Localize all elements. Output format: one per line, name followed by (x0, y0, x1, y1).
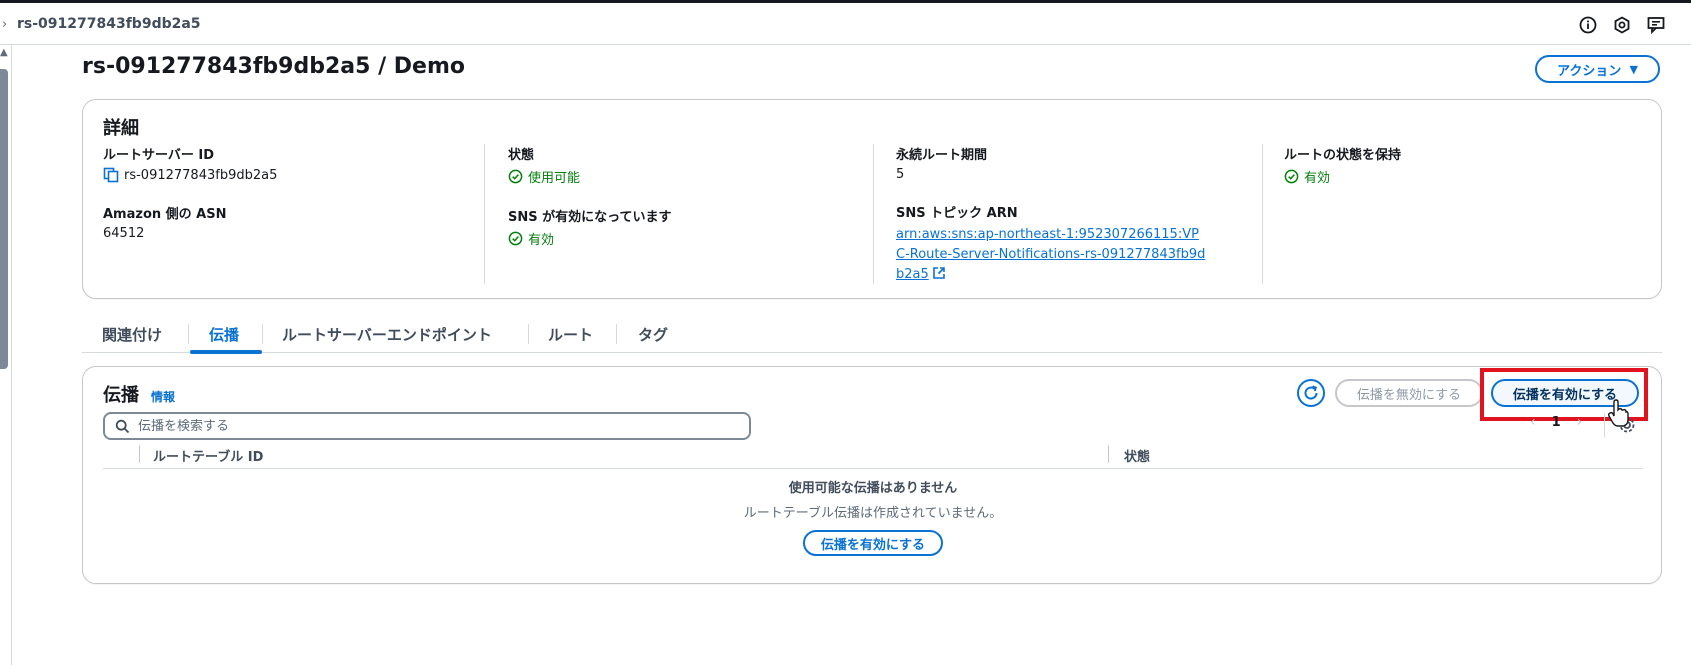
keep-route-state-label: ルートの状態を保持 (1284, 148, 1402, 163)
state-value: 使用可能 (528, 171, 581, 186)
empty-state-subtitle: ルートテーブル伝播は作成されていません。 (743, 506, 1003, 521)
top-bar: › rs-091277843fb9db2a5 (0, 3, 1691, 45)
keep-route-state-field: ルートの状態を保持 有効 (1284, 144, 1644, 186)
external-link-icon (932, 267, 945, 279)
empty-state-title: 使用可能な伝播はありません (788, 481, 958, 496)
success-check-icon (508, 231, 523, 246)
state-value-row: 使用可能 (508, 167, 858, 186)
settings-icon[interactable] (1612, 15, 1632, 35)
breadcrumb[interactable]: rs-091277843fb9db2a5 (17, 16, 201, 32)
column-separator (139, 445, 140, 463)
tab-routes[interactable]: ルート (548, 324, 593, 345)
previous-page-icon[interactable]: ‹ (1530, 414, 1536, 430)
preferences-separator (1604, 413, 1605, 437)
column-divider (873, 144, 874, 284)
keep-route-state-value-row: 有効 (1284, 167, 1644, 186)
sns-enabled-value-row: 有効 (508, 229, 858, 248)
keep-route-state-value: 有効 (1304, 171, 1331, 186)
current-page-number[interactable]: 1 (1552, 415, 1561, 430)
rail-collapse-icon[interactable]: ▲ (0, 47, 8, 58)
amazon-asn-field: Amazon 側の ASN 64512 (103, 203, 463, 241)
route-server-id-field: ルートサーバー ID rs-091277843fb9db2a5 (103, 144, 463, 183)
success-check-icon (1284, 169, 1299, 184)
scrollbar-thumb[interactable] (0, 69, 8, 369)
persist-period-value: 5 (896, 167, 905, 182)
details-column-3: 永続ルート期間 5 SNS トピック ARN arn:aws:sns:ap-no… (896, 144, 1256, 299)
state-label: 状態 (508, 148, 535, 163)
persist-period-field: 永続ルート期間 5 (896, 144, 1256, 182)
sns-enabled-label: SNS が有効になっています (508, 210, 672, 225)
sns-topic-arn-field: SNS トピック ARN arn:aws:sns:ap-northeast-1:… (896, 202, 1256, 285)
empty-state-enable-propagation-button[interactable]: 伝播を有効にする (802, 530, 944, 556)
copy-icon[interactable] (103, 167, 119, 183)
tab-tags[interactable]: タグ (638, 324, 668, 345)
tab-separator (188, 324, 189, 344)
tab-propagations[interactable]: 伝播 (209, 324, 239, 345)
side-navigation-rail: ▲ (0, 45, 12, 665)
amazon-asn-value: 64512 (103, 226, 145, 241)
search-field[interactable] (103, 412, 751, 440)
details-column-4: ルートの状態を保持 有効 (1284, 144, 1644, 200)
sns-topic-arn-label: SNS トピック ARN (896, 206, 1018, 221)
sns-topic-arn-link[interactable]: arn:aws:sns:ap-northeast-1:952307266115:… (896, 225, 1206, 285)
actions-button[interactable]: アクション ▼ (1535, 55, 1660, 83)
column-separator (1108, 445, 1109, 463)
details-title: 詳細 (103, 118, 139, 139)
column-divider (1262, 144, 1263, 284)
details-panel: 詳細 ルートサーバー ID rs-091277843fb9db2a5 Amazo… (82, 99, 1662, 299)
caret-down-icon: ▼ (1629, 62, 1638, 76)
refresh-icon (1304, 385, 1318, 400)
success-check-icon (508, 169, 523, 184)
disable-propagation-button[interactable]: 伝播を無効にする (1335, 379, 1483, 407)
route-server-id-label: ルートサーバー ID (103, 148, 215, 163)
state-field: 状態 使用可能 (508, 144, 858, 186)
info-icon[interactable] (1578, 15, 1598, 35)
propagations-panel: 伝播 情報 伝播を無効にする 伝播を有効にする ‹ 1 › ルートテーブル ID… (82, 366, 1662, 584)
tab-separator (616, 324, 617, 344)
tab-separator (528, 324, 529, 344)
pagination: ‹ 1 › (1530, 414, 1582, 430)
tab-associations[interactable]: 関連付け (102, 324, 162, 345)
active-tab-indicator (190, 350, 262, 354)
details-column-2: 状態 使用可能 SNS が有効になっています 有効 (508, 144, 858, 262)
table-header: ルートテーブル ID 状態 (103, 443, 1643, 469)
sns-enabled-value: 有効 (528, 233, 555, 248)
tab-separator (262, 324, 263, 344)
column-divider (484, 144, 485, 284)
search-input[interactable] (138, 418, 718, 434)
next-page-icon[interactable]: › (1577, 414, 1583, 430)
refresh-button[interactable] (1297, 379, 1325, 407)
info-link[interactable]: 情報 (151, 388, 175, 405)
column-header-route-table-id[interactable]: ルートテーブル ID (153, 446, 263, 465)
hand-cursor-icon (1607, 399, 1629, 427)
route-server-id-value: rs-091277843fb9db2a5 (124, 167, 278, 183)
persist-period-label: 永続ルート期間 (896, 148, 988, 163)
tab-route-server-endpoints[interactable]: ルートサーバーエンドポイント (282, 324, 492, 345)
route-server-id-value-row: rs-091277843fb9db2a5 (103, 167, 463, 183)
feedback-icon[interactable] (1646, 15, 1666, 35)
details-column-1: ルートサーバー ID rs-091277843fb9db2a5 Amazon 側… (103, 144, 463, 255)
breadcrumb-chevron-icon: › (2, 17, 8, 32)
column-header-state[interactable]: 状態 (1124, 446, 1150, 465)
search-icon (115, 419, 130, 433)
sns-enabled-field: SNS が有効になっています 有効 (508, 206, 858, 248)
actions-button-label: アクション (1557, 63, 1622, 79)
tab-bar: 関連付け 伝播 ルートサーバーエンドポイント ルート タグ (82, 316, 1662, 354)
propagations-title: 伝播 (103, 385, 139, 406)
amazon-asn-label: Amazon 側の ASN (103, 207, 227, 222)
empty-state: 使用可能な伝播はありません ルートテーブル伝播は作成されていません。 伝播を有効… (83, 477, 1663, 556)
page-title: rs-091277843fb9db2a5 / Demo (82, 54, 466, 79)
